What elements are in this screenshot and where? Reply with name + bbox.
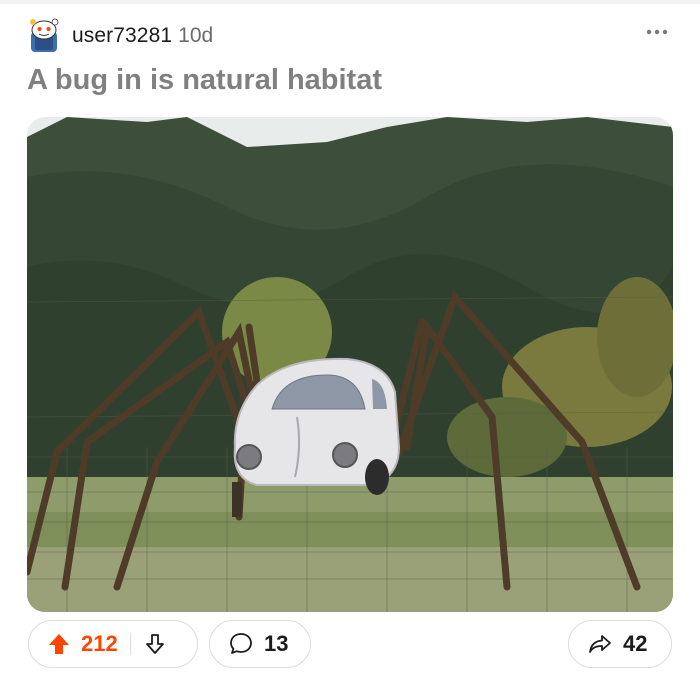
share-count: 42	[623, 631, 648, 656]
post-actions: 212 13 42	[0, 620, 700, 672]
downvote-icon[interactable]	[143, 632, 167, 656]
username[interactable]: user73281	[72, 24, 172, 48]
comment-count: 13	[264, 631, 289, 656]
upvote-icon[interactable]	[47, 632, 71, 656]
photo-icon	[27, 117, 673, 612]
avatar[interactable]	[26, 18, 62, 54]
snoo-avatar-icon	[30, 18, 59, 52]
share-button[interactable]: 42	[568, 620, 672, 668]
comment-button[interactable]: 13	[209, 620, 311, 668]
post-title[interactable]: A bug in is natural habitat	[27, 64, 382, 97]
upvote-count: 212	[81, 631, 118, 656]
post-image[interactable]	[27, 117, 673, 612]
post-header: user73281 10d	[26, 14, 213, 58]
share-icon	[587, 631, 613, 657]
more-horizontal-icon[interactable]	[646, 23, 668, 35]
comment-icon	[228, 631, 254, 657]
top-divider	[0, 0, 700, 4]
post-age: 10d	[178, 24, 214, 47]
vote-bar: 212	[28, 620, 198, 668]
vote-divider	[129, 633, 132, 655]
